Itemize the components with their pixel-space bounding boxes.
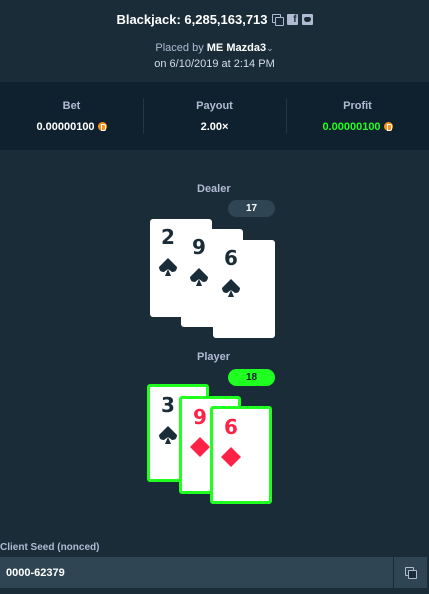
player-label: Player <box>197 351 231 363</box>
card-rank: 6 <box>224 415 238 439</box>
copy-icon[interactable] <box>271 14 284 26</box>
bet-label: Bet <box>62 99 81 112</box>
bet-date: on 6/10/2019 at 2:14 PM <box>154 58 275 70</box>
facebook-icon[interactable]: f <box>286 14 298 25</box>
twitter-icon[interactable] <box>301 14 313 25</box>
placed-by: Placed by ME Mazda3⌄ <box>0 42 429 54</box>
diamond-icon <box>221 447 241 467</box>
bitcoin-icon <box>383 122 393 131</box>
profit-label: Profit <box>343 99 372 112</box>
payout-label: Payout <box>196 99 233 112</box>
spade-icon <box>159 426 177 444</box>
chevron-down-icon[interactable]: ⌄ <box>266 43 274 53</box>
copy-seed-button[interactable] <box>393 557 427 588</box>
bet-header: Blackjack: 6,285,163,713 f Placed by ME … <box>0 0 429 82</box>
player-score-badge: 18 <box>228 369 275 386</box>
dealer-label: Dealer <box>197 183 231 195</box>
card-rank: 9 <box>192 235 206 259</box>
stat-bet: Bet 0.00000100 <box>0 82 143 150</box>
bitcoin-icon <box>97 122 107 131</box>
copy-icon[interactable] <box>405 567 417 579</box>
client-seed-label: Client Seed (nonced) <box>0 542 100 553</box>
bet-value: 0.00000100 <box>36 120 95 133</box>
placed-by-label: Placed by <box>155 42 204 54</box>
client-seed-field[interactable]: 0000-62379 <box>0 557 427 588</box>
payout-value: 2.00× <box>200 120 229 133</box>
spade-icon <box>159 258 177 276</box>
player-card-3: 6 <box>210 406 272 504</box>
diamond-icon <box>190 437 210 457</box>
bet-amount: 0.00000100 <box>36 120 107 133</box>
profit-value: 0.00000100 <box>322 120 381 133</box>
profit-amount: 0.00000100 <box>322 120 393 133</box>
bet-stats: Bet 0.00000100 Payout 2.00× Profit 0.000… <box>0 82 429 150</box>
card-rank: 6 <box>224 246 238 270</box>
spade-icon <box>222 279 240 297</box>
spade-icon <box>190 268 208 286</box>
dealer-card-3: 6 <box>213 240 275 338</box>
bet-title: Blackjack: 6,285,163,713 <box>116 12 268 27</box>
stat-profit: Profit 0.00000100 <box>286 82 429 150</box>
client-seed-section: Client Seed (nonced) 0000-62379 <box>0 520 429 594</box>
title-row: Blackjack: 6,285,163,713 f <box>0 12 429 27</box>
stat-payout: Payout 2.00× <box>143 82 286 150</box>
user-link[interactable]: ME Mazda3 <box>207 42 266 54</box>
dealer-score-badge: 17 <box>228 200 275 217</box>
client-seed-value[interactable]: 0000-62379 <box>0 567 393 579</box>
